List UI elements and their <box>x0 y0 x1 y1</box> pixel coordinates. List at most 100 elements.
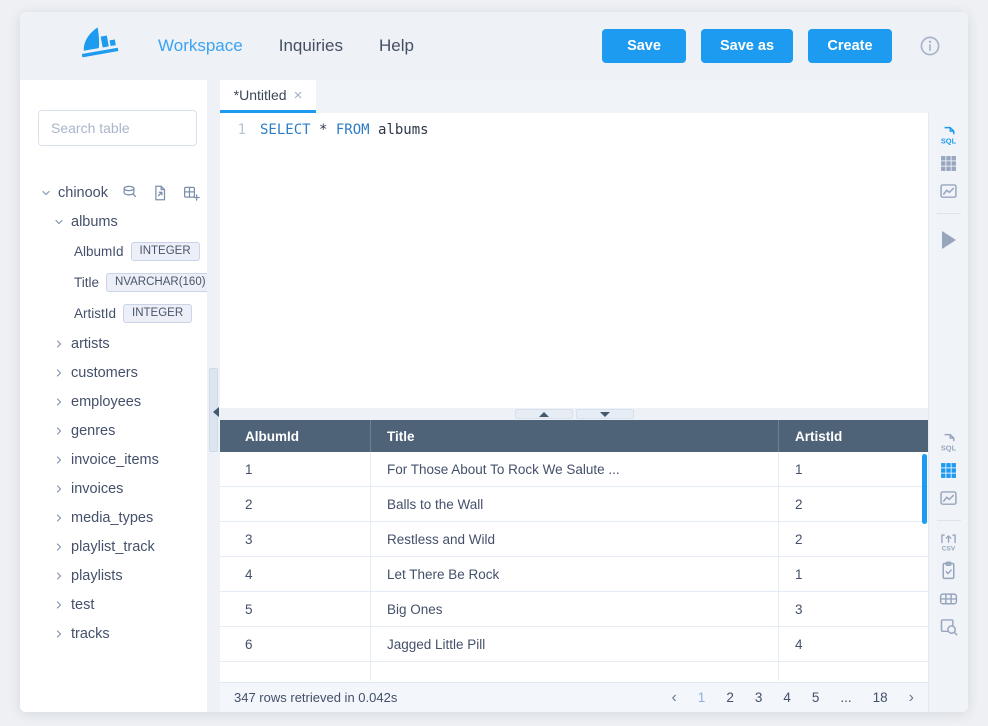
tree-column-title: Title NVARCHAR(160) <box>20 267 207 298</box>
sql-keyword: SELECT <box>260 122 311 138</box>
tree-table-playlists[interactable]: playlists <box>20 561 207 590</box>
tree-table-invoices[interactable]: invoices <box>20 474 207 503</box>
page-18[interactable]: 18 <box>873 690 888 705</box>
prev-page-icon[interactable]: ‹ <box>671 689 676 707</box>
page-3[interactable]: 3 <box>755 690 763 705</box>
pagination: ‹ 1 2 3 4 5 ... 18 › <box>671 689 914 707</box>
table-name: genres <box>71 423 115 439</box>
sidebar-splitter[interactable] <box>207 80 220 712</box>
tab-label: *Untitled <box>234 87 287 103</box>
schema-tree: chinook albums AlbumId INTEGER Ti <box>20 178 207 648</box>
tree-database-chinook[interactable]: chinook <box>20 178 207 207</box>
column-name: AlbumId <box>74 244 124 259</box>
close-icon[interactable]: × <box>294 88 303 103</box>
sql-keyword: FROM <box>336 122 370 138</box>
cell-artistid: 2 <box>778 522 928 556</box>
page-ellipsis: ... <box>840 690 851 705</box>
sql-editor[interactable]: 1 SELECT * FROM albums <box>220 113 928 408</box>
schema-sidebar: chinook albums AlbumId INTEGER Ti <box>20 80 207 712</box>
results-scrollbar-thumb[interactable] <box>922 454 927 524</box>
column-type-badge: INTEGER <box>123 304 192 323</box>
table-view-icon[interactable] <box>938 460 959 481</box>
main-panel: *Untitled × 1 SELECT * FROM albums <box>220 80 968 712</box>
table-name: test <box>71 597 94 613</box>
table-row: 1For Those About To Rock We Salute ...1 <box>220 452 928 487</box>
page-2[interactable]: 2 <box>726 690 734 705</box>
table-name: media_types <box>71 510 153 526</box>
save-as-button[interactable]: Save as <box>701 29 793 63</box>
create-table-from-result-icon[interactable] <box>938 588 959 609</box>
tree-table-tracks[interactable]: tracks <box>20 619 207 648</box>
next-page-icon[interactable]: › <box>909 689 914 707</box>
info-icon[interactable] <box>918 34 942 58</box>
expand-down-button[interactable] <box>576 409 634 419</box>
triangle-down-icon <box>600 412 610 417</box>
page-4[interactable]: 4 <box>783 690 791 705</box>
column-header-artistid[interactable]: ArtistId <box>778 420 928 452</box>
tree-table-albums[interactable]: albums <box>20 207 207 236</box>
chevron-right-icon <box>53 483 65 495</box>
column-header-albumid[interactable]: AlbumId <box>220 420 370 452</box>
database-name: chinook <box>58 185 108 201</box>
save-button[interactable]: Save <box>602 29 686 63</box>
expand-up-button[interactable] <box>515 409 573 419</box>
chevron-right-icon <box>53 425 65 437</box>
column-header-title[interactable]: Title <box>370 420 778 452</box>
table-row: 3Restless and Wild2 <box>220 522 928 557</box>
chevron-right-icon <box>53 512 65 524</box>
import-file-icon[interactable] <box>151 184 169 202</box>
chevron-right-icon <box>53 599 65 611</box>
run-query-icon[interactable] <box>942 231 956 249</box>
page-5[interactable]: 5 <box>812 690 820 705</box>
results-table-body: 1For Those About To Rock We Salute ...1 … <box>220 452 928 682</box>
cell-title: Restless and Wild <box>370 522 778 556</box>
panel-splitter[interactable] <box>220 408 968 420</box>
chevron-right-icon <box>53 454 65 466</box>
tab-untitled[interactable]: *Untitled × <box>220 80 316 113</box>
nav-inquiries[interactable]: Inquiries <box>279 36 343 56</box>
add-table-icon[interactable] <box>182 184 200 202</box>
table-row: 5Big Ones3 <box>220 592 928 627</box>
tree-table-genres[interactable]: genres <box>20 416 207 445</box>
table-view-icon[interactable] <box>938 153 959 174</box>
database-icon[interactable] <box>120 184 138 202</box>
cell-artistid <box>778 662 928 681</box>
results-table-header: AlbumId Title ArtistId <box>220 420 928 452</box>
table-name: invoices <box>71 481 123 497</box>
sql-view-icon[interactable] <box>938 125 959 146</box>
page-1[interactable]: 1 <box>698 690 706 705</box>
search-table-input[interactable] <box>38 110 197 146</box>
sql-text: albums <box>370 122 429 138</box>
cell-artistid: 2 <box>778 487 928 521</box>
create-button[interactable]: Create <box>808 29 892 63</box>
tree-table-customers[interactable]: customers <box>20 358 207 387</box>
chevron-right-icon <box>53 367 65 379</box>
preview-data-icon[interactable] <box>938 616 959 637</box>
sql-view-icon[interactable] <box>938 432 959 453</box>
tree-table-employees[interactable]: employees <box>20 387 207 416</box>
database-actions <box>120 184 200 202</box>
nav-help[interactable]: Help <box>379 36 414 56</box>
tree-table-media-types[interactable]: media_types <box>20 503 207 532</box>
chevron-right-icon <box>53 570 65 582</box>
collapse-sidebar-icon[interactable] <box>213 407 219 417</box>
cell-albumid <box>220 662 370 681</box>
top-navigation-bar: Workspace Inquiries Help Save Save as Cr… <box>20 12 968 80</box>
sidebar-scrollbar-thumb[interactable] <box>209 368 218 452</box>
cell-artistid: 1 <box>778 452 928 486</box>
triangle-up-icon <box>539 412 549 417</box>
copy-to-clipboard-icon[interactable] <box>938 560 959 581</box>
nav-workspace[interactable]: Workspace <box>158 36 243 56</box>
table-name: playlist_track <box>71 539 155 555</box>
export-csv-icon[interactable] <box>938 532 959 553</box>
tree-table-test[interactable]: test <box>20 590 207 619</box>
cell-albumid: 2 <box>220 487 370 521</box>
tree-table-playlist-track[interactable]: playlist_track <box>20 532 207 561</box>
chart-view-icon[interactable] <box>938 181 959 202</box>
tree-table-invoice-items[interactable]: invoice_items <box>20 445 207 474</box>
chevron-right-icon <box>53 541 65 553</box>
column-type-badge: NVARCHAR(160) <box>106 273 207 292</box>
splitter-rail-spacer <box>928 408 968 420</box>
tree-table-artists[interactable]: artists <box>20 329 207 358</box>
chart-view-icon[interactable] <box>938 488 959 509</box>
